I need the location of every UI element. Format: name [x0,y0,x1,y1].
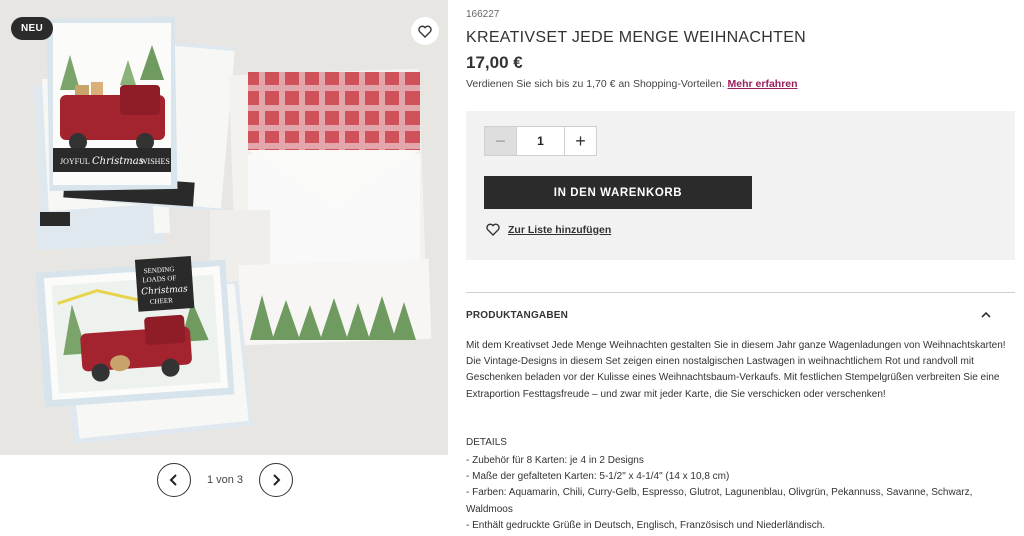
card-greeting-script: Christmas [92,156,144,167]
purchase-box: − 1 + IN DEN WARENKORB Zur Liste hinzufü… [466,111,1015,260]
card-greeting-text: JOYFUL [60,157,90,166]
rewards-text: Verdienen Sie sich bis zu 1,70 € an Shop… [466,78,725,90]
add-to-cart-button[interactable]: IN DEN WARENKORB [484,176,752,209]
previous-image-button[interactable] [157,463,191,497]
product-photo: JOYFUL Christmas WISHES SENDING LOADS OF… [33,16,432,445]
quantity-stepper: − 1 + [484,126,597,156]
details-list: - Zubehör für 8 Karten: je 4 in 2 Design… [466,453,1006,534]
section-divider [466,292,1015,293]
image-pager: 1 von 3 [157,463,293,497]
chevron-left-icon [169,474,177,486]
decrease-quantity-button[interactable]: − [484,126,517,156]
details-item: - Farben: Aquamarin, Chili, Curry-Gelb, … [466,487,973,515]
product-price: 17,00 € [466,53,523,72]
wishlist-button[interactable] [411,17,439,45]
add-to-list-link[interactable]: Zur Liste hinzufügen [486,223,611,236]
details-item: - Maße der gefalteten Karten: 5-1/2" x 4… [466,471,730,483]
add-to-list-label: Zur Liste hinzufügen [508,223,612,236]
card-greeting-text-2: WISHES [140,157,170,166]
product-info-header[interactable]: PRODUKTANGABEN [466,310,568,321]
product-image[interactable]: JOYFUL Christmas WISHES SENDING LOADS OF… [0,0,448,455]
product-description: Mit dem Kreativset Jede Menge Weihnachte… [466,340,1006,400]
card-text-cheer: CHEER [150,296,174,306]
increase-quantity-button[interactable]: + [564,126,597,156]
rewards-note: Verdienen Sie sich bis zu 1,70 € an Shop… [466,78,798,90]
pager-status: 1 von 3 [206,474,244,486]
heart-icon [486,223,500,236]
details-item: - Zubehör für 8 Karten: je 4 in 2 Design… [466,455,644,466]
chevron-right-icon [273,474,281,486]
quantity-input[interactable]: 1 [517,126,564,156]
details-item: - Enthält gedruckte Grüße in Deutsch, En… [466,519,826,531]
product-title: KREATIVSET JEDE MENGE WEIHNACHTEN [466,29,807,46]
product-sku: 166227 [466,9,500,20]
chevron-up-icon[interactable] [980,309,992,321]
next-image-button[interactable] [259,463,293,497]
details-title: DETAILS [466,437,507,448]
learn-more-link[interactable]: Mehr erfahren [728,78,798,90]
heart-icon [418,25,432,38]
new-badge: NEU [11,17,54,40]
